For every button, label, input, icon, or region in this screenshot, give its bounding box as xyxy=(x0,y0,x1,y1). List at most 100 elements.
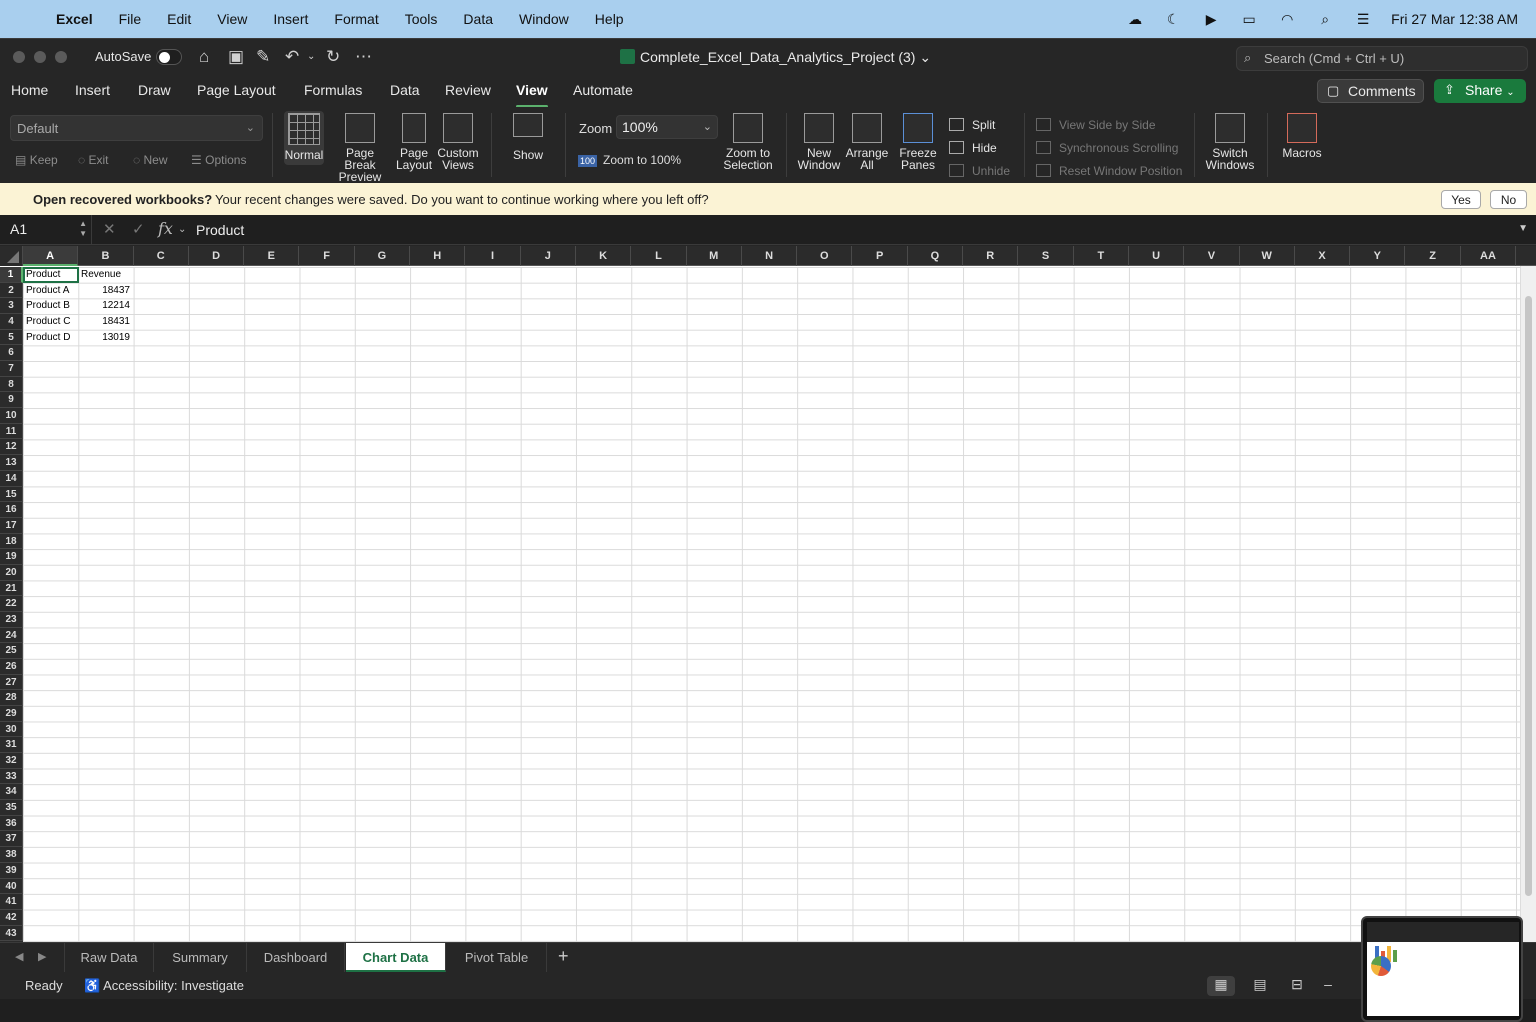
hide-button[interactable]: Hide xyxy=(949,141,997,155)
column-header-x[interactable]: X xyxy=(1295,246,1351,266)
row-header-24[interactable]: 24 xyxy=(0,627,23,644)
column-header-t[interactable]: T xyxy=(1074,246,1129,266)
sheet-tab-summary[interactable]: Summary xyxy=(154,943,247,972)
control-center-icon[interactable]: ☰ xyxy=(1353,11,1373,27)
document-title[interactable]: Complete_Excel_Data_Analytics_Project (3… xyxy=(620,49,931,66)
zoom-100-button[interactable]: 100 Zoom to 100% xyxy=(578,153,681,167)
menu-app-name[interactable]: Excel xyxy=(56,11,93,27)
menu-clock[interactable]: Fri 27 Mar 12:38 AM xyxy=(1391,11,1518,27)
column-header-v[interactable]: V xyxy=(1184,246,1240,266)
page-break-icon[interactable]: ⊟ xyxy=(1283,976,1311,996)
row-header-18[interactable]: 18 xyxy=(0,533,23,550)
column-header-aa[interactable]: AA xyxy=(1461,246,1517,266)
home-icon[interactable]: ⌂ xyxy=(199,47,209,67)
row-header-42[interactable]: 42 xyxy=(0,909,23,926)
undo-icon[interactable]: ↶ xyxy=(285,47,299,67)
column-header-g[interactable]: G xyxy=(355,246,411,266)
cell-b3[interactable]: 12214 xyxy=(78,298,133,314)
tab-insert[interactable]: Insert xyxy=(75,82,110,98)
page-layout-view-button[interactable]: Page Layout xyxy=(396,113,432,171)
row-header-38[interactable]: 38 xyxy=(0,847,23,863)
cell-a4[interactable]: Product C xyxy=(23,314,78,330)
row-header-35[interactable]: 35 xyxy=(0,800,23,816)
column-header-a[interactable]: A xyxy=(23,246,79,266)
previous-sheet-icon[interactable]: ◀ xyxy=(15,950,23,963)
tab-draw[interactable]: Draw xyxy=(138,82,171,98)
expand-formula-bar-icon[interactable]: ▼ xyxy=(1518,223,1528,234)
row-header-10[interactable]: 10 xyxy=(0,408,23,424)
sheet-tab-dashboard[interactable]: Dashboard xyxy=(247,943,345,972)
column-header-k[interactable]: K xyxy=(576,246,632,266)
confirm-formula-icon[interactable]: ✓ xyxy=(132,220,145,238)
switch-windows-button[interactable]: Switch Windows xyxy=(1202,113,1258,171)
row-header-36[interactable]: 36 xyxy=(0,815,23,832)
synchronous-scrolling-button[interactable]: Synchronous Scrolling xyxy=(1036,141,1178,155)
minimize-window-button[interactable] xyxy=(34,51,46,63)
custom-views-button[interactable]: Custom Views xyxy=(436,113,480,171)
window-preview-thumbnail[interactable] xyxy=(1361,916,1523,1022)
row-header-5[interactable]: 5 xyxy=(0,329,23,346)
creative-cloud-icon[interactable]: ☁ xyxy=(1125,11,1145,27)
zoom-out-icon[interactable]: – xyxy=(1314,976,1342,996)
share-button[interactable]: ⇪ Share ⌄ xyxy=(1434,79,1526,103)
comments-button[interactable]: ▢ Comments xyxy=(1317,79,1424,103)
column-header-j[interactable]: J xyxy=(521,246,576,266)
row-header-3[interactable]: 3 xyxy=(0,298,23,315)
row-header-4[interactable]: 4 xyxy=(0,314,23,330)
row-header-26[interactable]: 26 xyxy=(0,659,23,675)
row-header-43[interactable]: 43 xyxy=(0,925,23,942)
sheet-tab-raw-data[interactable]: Raw Data xyxy=(64,943,154,972)
play-icon[interactable]: ▶ xyxy=(1201,11,1221,27)
save-as-icon[interactable]: ✎ xyxy=(256,47,270,67)
zoom-select[interactable]: 100% ⌄ xyxy=(616,115,718,139)
autosave-toggle[interactable] xyxy=(156,49,182,65)
row-header-33[interactable]: 33 xyxy=(0,768,23,785)
page-layout-icon[interactable]: ▤ xyxy=(1246,976,1274,996)
new-window-button[interactable]: New Window xyxy=(796,113,842,171)
show-button[interactable]: Show xyxy=(505,113,551,161)
view-side-by-side-button[interactable]: View Side by Side xyxy=(1036,118,1156,132)
macros-button[interactable]: Macros xyxy=(1278,113,1326,159)
menu-view[interactable]: View xyxy=(217,11,247,27)
column-header-p[interactable]: P xyxy=(853,246,908,266)
column-header-w[interactable]: W xyxy=(1240,246,1295,266)
column-header-y[interactable]: Y xyxy=(1350,246,1406,266)
column-header-m[interactable]: M xyxy=(687,246,742,266)
arrange-all-button[interactable]: Arrange All xyxy=(844,113,890,171)
column-header-r[interactable]: R xyxy=(963,246,1019,266)
insert-function-button[interactable]: fx xyxy=(158,219,173,238)
tab-automate[interactable]: Automate xyxy=(573,82,633,98)
column-header-o[interactable]: O xyxy=(797,246,853,266)
row-header-29[interactable]: 29 xyxy=(0,706,23,722)
tab-home[interactable]: Home xyxy=(11,82,48,98)
next-sheet-icon[interactable]: ▶ xyxy=(38,950,46,963)
row-header-37[interactable]: 37 xyxy=(0,831,23,848)
battery-icon[interactable]: ▭ xyxy=(1239,11,1259,27)
row-header-9[interactable]: 9 xyxy=(0,392,23,409)
column-header-u[interactable]: U xyxy=(1129,246,1185,266)
tab-view[interactable]: View xyxy=(516,82,548,108)
spotlight-search-icon[interactable]: ⌕ xyxy=(1315,11,1335,27)
row-header-16[interactable]: 16 xyxy=(0,502,23,518)
row-header-1[interactable]: 1 xyxy=(0,267,23,283)
column-header-i[interactable]: I xyxy=(465,246,521,266)
row-header-23[interactable]: 23 xyxy=(0,611,23,628)
menu-tools[interactable]: Tools xyxy=(405,11,438,27)
cell-a2[interactable]: Product A xyxy=(23,283,78,299)
column-header-q[interactable]: Q xyxy=(908,246,964,266)
page-break-preview-button[interactable]: Page Break Preview xyxy=(329,113,391,183)
accessibility-status[interactable]: ♿ Accessibility: Investigate xyxy=(84,978,244,994)
more-icon[interactable]: ⋯ xyxy=(355,47,372,67)
vertical-scrollbar[interactable] xyxy=(1520,266,1536,942)
row-header-15[interactable]: 15 xyxy=(0,486,23,503)
close-window-button[interactable] xyxy=(13,51,25,63)
row-header-11[interactable]: 11 xyxy=(0,423,23,440)
row-header-41[interactable]: 41 xyxy=(0,894,23,910)
row-header-32[interactable]: 32 xyxy=(0,753,23,769)
row-header-21[interactable]: 21 xyxy=(0,580,23,597)
split-button[interactable]: Split xyxy=(949,118,995,132)
vertical-scroll-thumb[interactable] xyxy=(1525,296,1532,896)
exit-button[interactable]: ◌ Exit xyxy=(78,153,109,167)
cells-area[interactable]: Product Revenue Product A 18437 Product … xyxy=(23,267,1536,942)
cell-b2[interactable]: 18437 xyxy=(78,283,133,299)
